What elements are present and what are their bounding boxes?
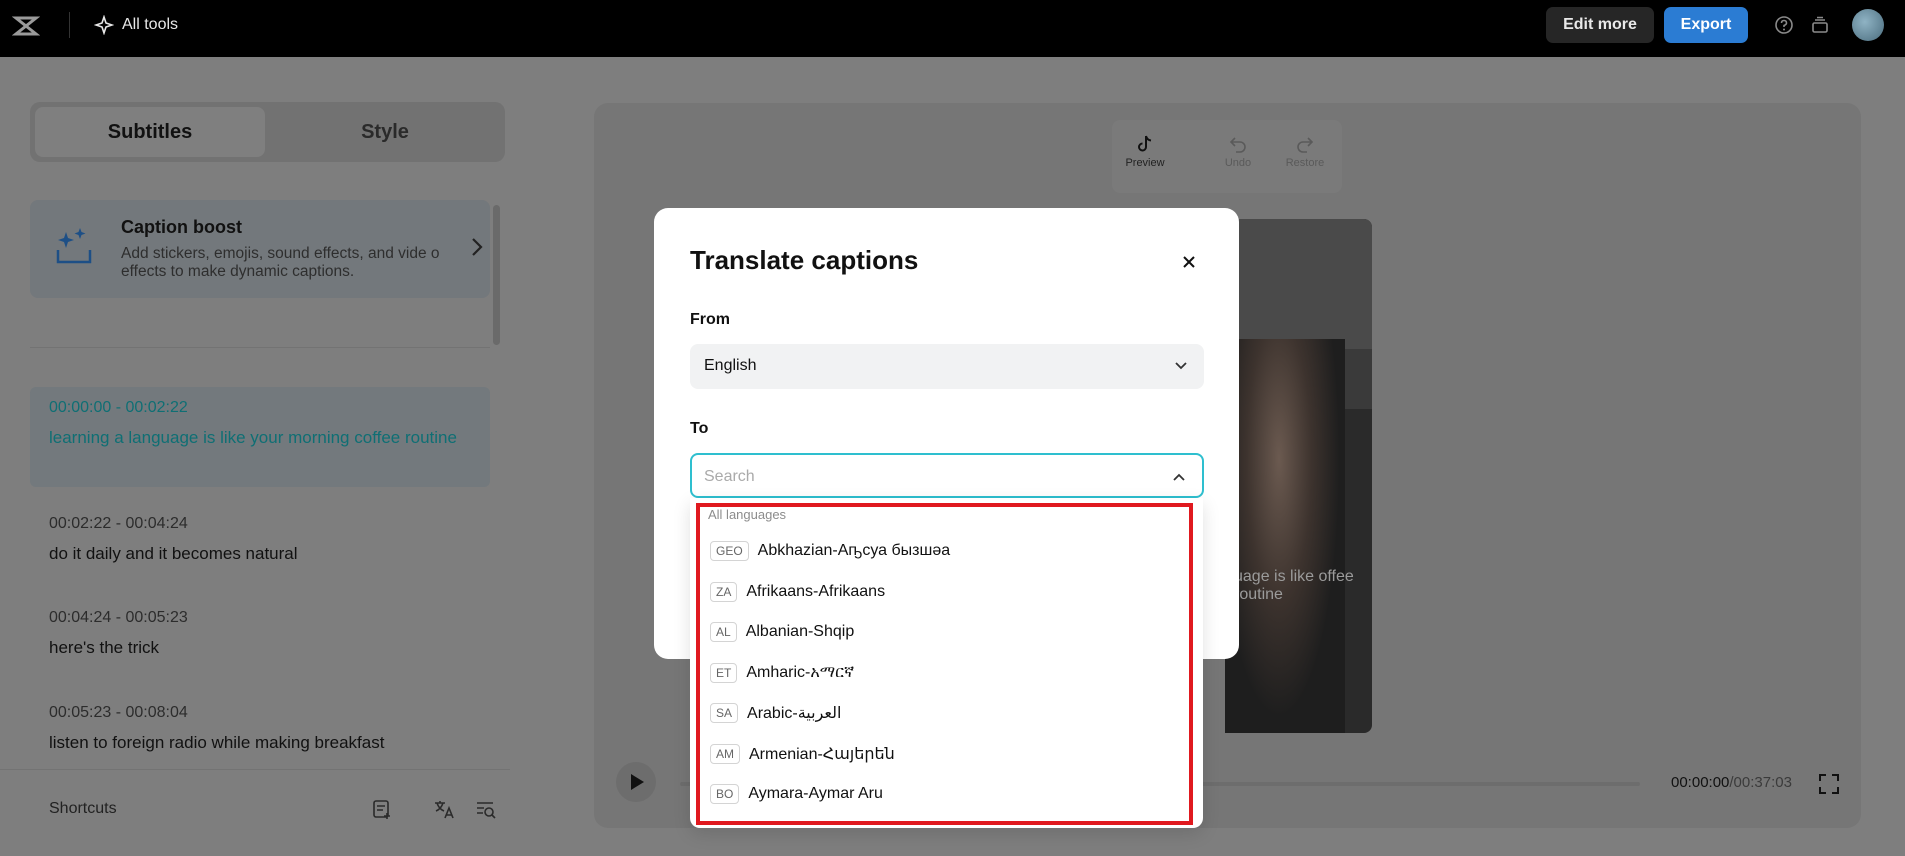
all-tools-button[interactable]: All tools: [94, 14, 178, 36]
caption-time: 00:05:23 - 00:08:04: [49, 704, 188, 721]
caption-boost-description: Add stickers, emojis, sound effects, and…: [121, 245, 440, 280]
preview-tool-button[interactable]: Preview: [1120, 134, 1170, 169]
panel-tabs: Subtitles Style: [30, 102, 505, 162]
play-button[interactable]: [616, 762, 656, 802]
modal-title: Translate captions: [690, 245, 919, 275]
shortcuts-bar: Shortcuts: [0, 769, 510, 856]
help-icon[interactable]: [1774, 15, 1794, 35]
current-time: 00:00:00: [1671, 774, 1730, 791]
caption-item-active[interactable]: 00:00:00 - 00:02:22 learning a language …: [30, 387, 490, 487]
caption-boost-title: Caption boost: [121, 217, 242, 237]
caption-time: 00:02:22 - 00:04:24: [49, 515, 188, 532]
caption-text[interactable]: here's the trick: [49, 637, 490, 659]
edit-more-button[interactable]: Edit more: [1546, 7, 1654, 43]
from-language-select[interactable]: English: [690, 344, 1204, 389]
language-search-input[interactable]: [704, 466, 1144, 488]
layers-icon[interactable]: [1810, 15, 1830, 35]
total-time: /00:37:03: [1729, 774, 1792, 791]
chevron-up-icon: [1173, 473, 1185, 481]
preview-toolbar: Preview Undo Restore: [1112, 120, 1342, 193]
user-avatar[interactable]: [1852, 9, 1884, 41]
tiktok-icon: [1138, 135, 1152, 152]
add-caption-icon[interactable]: [371, 798, 393, 820]
chevron-right-icon[interactable]: [470, 236, 484, 258]
play-icon: [631, 774, 644, 790]
caption-item[interactable]: 00:04:24 - 00:05:23 here's the trick: [30, 609, 490, 659]
top-bar: All tools Edit more Export: [0, 0, 1905, 57]
preview-label: Preview: [1125, 157, 1165, 169]
sparkle-icon: [94, 15, 114, 35]
video-frame[interactable]: [1225, 219, 1372, 733]
highlight-box: [696, 503, 1193, 825]
close-icon[interactable]: [1182, 255, 1196, 269]
scrollbar[interactable]: [493, 205, 500, 345]
to-label: To: [690, 420, 709, 437]
all-tools-label: All tools: [122, 16, 179, 33]
caption-text[interactable]: learning a language is like your morning…: [49, 427, 490, 449]
undo-icon: [1229, 137, 1246, 153]
restore-button[interactable]: Restore: [1280, 134, 1330, 169]
capcut-logo-icon[interactable]: [12, 14, 40, 38]
left-panel: Subtitles Style Caption boost Add sticke…: [0, 57, 510, 856]
restore-label: Restore: [1285, 157, 1325, 169]
divider: [30, 347, 490, 348]
translate-icon[interactable]: [433, 798, 455, 820]
tab-style[interactable]: Style: [270, 107, 500, 157]
redo-icon: [1297, 137, 1314, 153]
from-language-value: English: [704, 357, 757, 374]
video-subtitle-overlay: uage is like offee routine: [1234, 568, 1354, 603]
shortcuts-label: Shortcuts: [49, 800, 117, 817]
caption-time: 00:00:00 - 00:02:22: [49, 399, 188, 416]
divider: [69, 12, 70, 38]
to-language-select[interactable]: [690, 453, 1204, 498]
fullscreen-icon[interactable]: [1818, 773, 1840, 795]
caption-item[interactable]: 00:05:23 - 00:08:04 listen to foreign ra…: [30, 704, 490, 754]
caption-boost-card[interactable]: Caption boost Add stickers, emojis, soun…: [30, 200, 490, 298]
chevron-down-icon: [1175, 362, 1187, 370]
from-label: From: [690, 311, 730, 328]
video-background: [1225, 219, 1372, 359]
undo-label: Undo: [1224, 157, 1252, 169]
caption-text[interactable]: listen to foreign radio while making bre…: [49, 732, 490, 754]
export-button[interactable]: Export: [1664, 7, 1748, 43]
caption-text[interactable]: do it daily and it becomes natural: [49, 543, 490, 565]
caption-time: 00:04:24 - 00:05:23: [49, 609, 188, 626]
tab-subtitles[interactable]: Subtitles: [35, 107, 265, 157]
undo-button[interactable]: Undo: [1213, 134, 1263, 169]
video-person: [1225, 339, 1345, 733]
search-captions-icon[interactable]: [475, 798, 497, 820]
time-display: 00:00:00/00:37:03: [1671, 774, 1792, 791]
caption-boost-icon: [56, 228, 92, 264]
caption-item[interactable]: 00:02:22 - 00:04:24 do it daily and it b…: [30, 515, 490, 565]
